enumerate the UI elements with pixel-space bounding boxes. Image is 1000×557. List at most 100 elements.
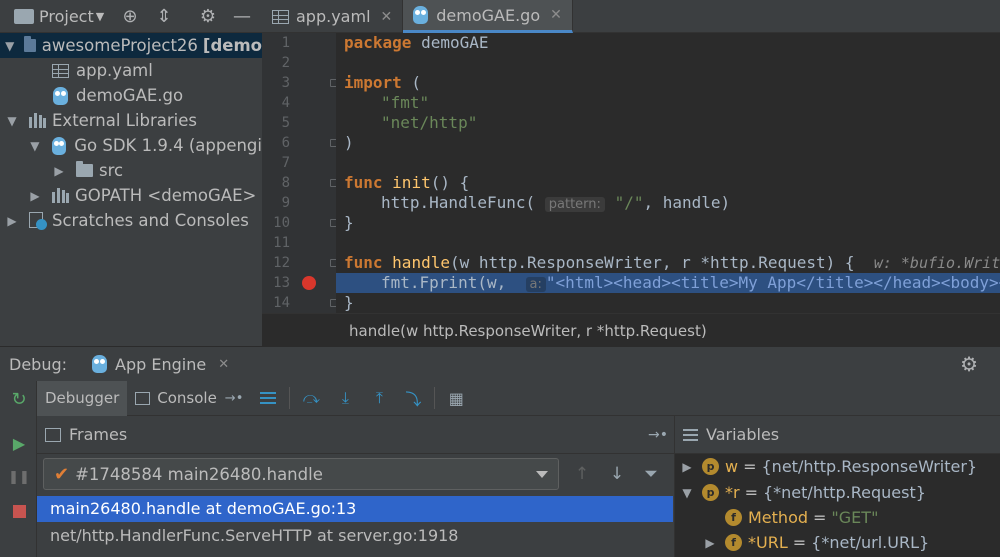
parameter-icon: p [702,484,719,501]
hide-icon[interactable]: — [231,5,253,27]
chevron-down-icon[interactable] [536,471,548,478]
tab-app-yaml[interactable]: app.yaml ✕ [262,0,404,33]
parameter-icon: p [702,458,719,475]
code-line-13-execution-point: fmt.Fprint(w, a: "<html><head><title>My A… [336,273,1000,293]
chevron-down-icon[interactable]: ▼ [28,139,42,153]
frame-row[interactable]: main26480.handle at demoGAE.go:13 [37,496,673,522]
line-number: 14 [273,295,290,311]
inline-debug-value: w: *bufio.Writer [873,254,1000,272]
tab-debugger[interactable]: Debugger [37,380,128,416]
line-number: 13 [273,275,290,291]
frames-panel: Frames →• ✔ #1748584 main26480.handle ↑ … [37,416,674,557]
tab-app-engine[interactable]: App Engine ✕ [92,355,229,374]
parameter-hint: pattern: [544,197,605,212]
resume-icon[interactable]: ▶ [9,433,29,453]
variable-value: {*net/http.Request} [762,483,926,502]
variable-row[interactable]: ▼ p *r = {*net/http.Request} [680,480,926,505]
field-icon: f [725,509,742,526]
tree-item-demogae-go[interactable]: demoGAE.go [0,83,262,108]
gear-icon[interactable]: ⚙ [197,5,219,27]
go-sdk-icon [51,136,67,155]
run-to-cursor-icon[interactable]: ⤵ [396,381,430,416]
tree-item-project-root[interactable]: ▼ awesomeProject26 [demo [0,33,262,58]
arrow-up-icon[interactable]: ↑ [570,462,594,486]
variable-name: Method [748,508,809,527]
tree-item-src[interactable]: ▶ src [0,158,262,183]
frame-row[interactable]: net/http.HandlerFunc.ServeHTTP at server… [37,523,673,549]
chevron-right-icon[interactable]: ▶ [52,164,66,178]
thread-selector[interactable]: ✔ #1748584 main26480.handle [43,458,559,490]
tree-item-label: Go SDK 1.9.4 (appengi [74,136,262,155]
chevron-right-icon[interactable]: ▶ [28,189,42,203]
chevron-down-icon[interactable]: ▼ [5,39,14,53]
collapse-all-icon[interactable]: ⇕ [153,5,175,27]
variables-icon [683,428,698,441]
tree-item-label: demoGAE.go [76,86,184,105]
tree-item-gopath[interactable]: ▶ GOPATH <demoGAE> [0,183,262,208]
pin-icon[interactable]: →• [648,427,668,443]
variable-row[interactable]: f Method = "GET" [725,505,878,530]
tree-item-label: awesomeProject26 [41,36,198,55]
chevron-right-icon[interactable]: ▶ [5,214,19,228]
rerun-icon[interactable]: ↻ [9,389,29,410]
chevron-right-icon[interactable]: ▶ [680,460,694,474]
tree-item-app-yaml[interactable]: app.yaml [0,58,262,83]
yaml-file-icon [52,63,69,78]
code-line-9: http.HandleFunc( pattern: "/", handle) [381,193,731,212]
toolbar-separator [289,387,291,409]
step-out-icon[interactable]: ⤒ [362,381,396,416]
chevron-down-icon[interactable]: ▼ [96,10,104,23]
line-number: 10 [273,215,290,231]
evaluate-expression-icon[interactable]: ▦ [439,381,473,416]
step-over-icon[interactable]: ⤼ [294,381,328,416]
tree-item-go-sdk[interactable]: ▼ Go SDK 1.9.4 (appengi [0,133,262,158]
tab-console[interactable]: Console →• [127,381,251,416]
show-execution-point-icon[interactable] [251,381,285,416]
project-view-icon [14,8,34,24]
step-into-icon[interactable]: ⤓ [328,381,362,416]
variable-row[interactable]: ▶ f *URL = {*net/url.URL} [703,530,929,555]
line-number: 12 [273,255,290,271]
arrow-down-icon[interactable]: ↓ [605,462,629,486]
tab-label: Debugger [45,389,120,407]
close-icon[interactable]: ✕ [218,357,229,372]
tree-item-external-libraries[interactable]: ▼ External Libraries [0,108,262,133]
breakpoint-icon[interactable] [302,276,316,290]
variable-name: *URL [748,533,788,552]
chevron-right-icon[interactable]: ▶ [703,536,717,550]
variable-row[interactable]: ▶ p w = {net/http.ResponseWriter} [680,454,977,479]
chevron-down-icon[interactable]: ▼ [680,486,694,500]
editor-tab-bar: app.yaml ✕ demoGAE.go ✕ [262,0,1000,33]
breadcrumb[interactable]: handle(w http.ResponseWriter, r *http.Re… [262,313,1000,346]
code-editor[interactable]: package demoGAE import ( "fmt" "net/http… [336,33,1000,313]
locate-icon[interactable]: ⊕ [119,5,141,27]
stop-icon[interactable] [9,501,29,521]
debug-side-toolbar: ↻ ▶ ❚❚ [0,381,37,557]
line-number: 2 [281,55,290,71]
close-icon[interactable]: ✕ [381,9,393,25]
project-view-selector[interactable]: Project [39,7,94,26]
code-line-3: import ( [344,73,422,92]
gear-icon[interactable]: ⚙ [960,352,978,376]
frames-icon [45,427,61,442]
chevron-down-icon[interactable]: ▼ [5,114,19,128]
code-line-1: package demoGAE [344,33,489,52]
pin-icon[interactable]: →• [225,391,244,406]
line-number: 3 [281,75,290,91]
variables-title: Variables [706,425,780,444]
tree-item-label: Scratches and Consoles [52,211,249,230]
code-line-6: ) [344,133,354,152]
close-icon[interactable]: ✕ [550,7,562,23]
pause-icon[interactable]: ❚❚ [8,467,30,487]
line-number: 7 [281,155,290,171]
tab-demogae-go[interactable]: demoGAE.go ✕ [403,0,573,33]
variable-value: "GET" [831,508,879,527]
filter-icon[interactable]: ⏷ [639,462,663,486]
variable-name: *r [725,483,740,502]
code-line-12: func handle(w http.ResponseWriter, r *ht… [344,253,1000,273]
tree-item-scratches[interactable]: ▶ Scratches and Consoles [0,208,262,233]
equals-sign: = [743,457,757,476]
editor-gutter[interactable]: 1 2 3 4 5 6 7 8 9 10 11 12 13 14 [262,33,338,313]
frames-header: Frames →• [37,416,674,454]
folder-icon [24,36,36,52]
